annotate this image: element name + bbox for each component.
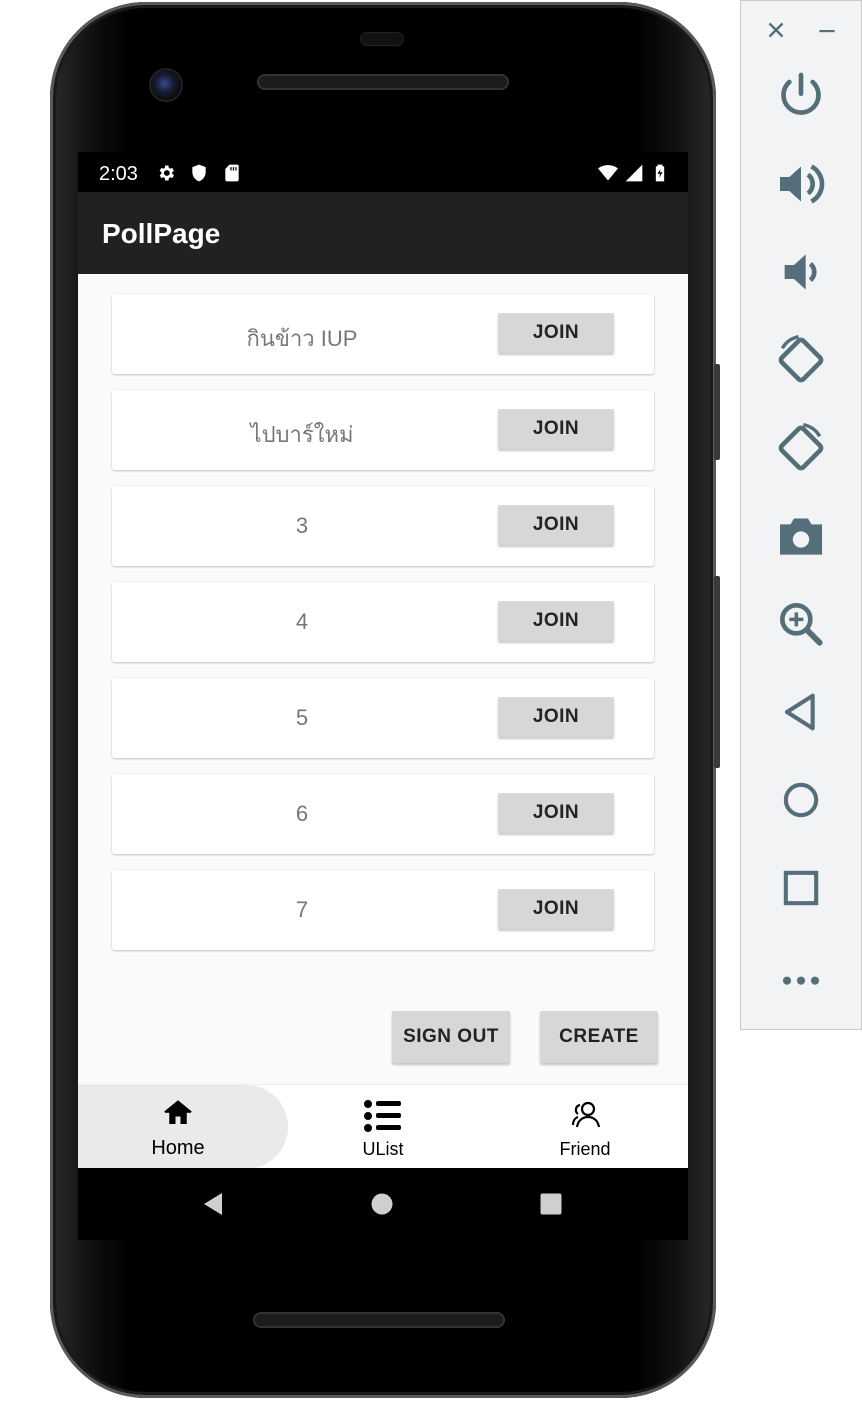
status-bar: 2:03 [78, 152, 688, 192]
poll-card: กินข้าว IUP JOIN [112, 294, 654, 374]
device-screen: 2:03 PollPage กินข้าว IUP JOIN ไปบาร์ใหม… [78, 152, 688, 1168]
hardware-power-button [714, 364, 720, 460]
volume-up-icon[interactable] [773, 156, 829, 212]
join-button[interactable]: JOIN [498, 697, 614, 737]
minimize-icon[interactable] [814, 17, 840, 43]
create-button[interactable]: CREATE [540, 1011, 658, 1063]
cell-signal-icon [625, 164, 643, 182]
home-circle-outline-icon[interactable] [773, 772, 829, 828]
power-icon[interactable] [773, 68, 829, 124]
bottom-speaker-grille [253, 1312, 505, 1328]
overview-icon[interactable] [540, 1193, 562, 1215]
home-circle-icon[interactable] [371, 1193, 393, 1215]
nav-item-home[interactable]: Home [78, 1085, 278, 1168]
rotate-right-icon[interactable] [773, 420, 829, 476]
back-icon[interactable] [202, 1192, 224, 1216]
list-icon [364, 1100, 401, 1132]
join-button[interactable]: JOIN [498, 313, 614, 353]
earpiece-sensor [360, 32, 404, 46]
front-camera [151, 70, 181, 100]
page-title: PollPage [102, 218, 221, 249]
app-bar: PollPage [78, 192, 688, 274]
join-button[interactable]: JOIN [498, 889, 614, 929]
sd-card-icon [225, 164, 239, 182]
poll-card: 6 JOIN [112, 774, 654, 854]
join-button[interactable]: JOIN [498, 409, 614, 449]
poll-name: ไปบาร์ใหม่ [250, 422, 354, 447]
poll-card: 7 JOIN [112, 870, 654, 950]
battery-charging-icon [655, 164, 665, 182]
settings-icon [159, 165, 174, 181]
join-button[interactable]: JOIN [498, 793, 614, 833]
hardware-volume-button [714, 576, 720, 768]
system-navigation-bar [78, 1168, 688, 1240]
nav-item-friend[interactable]: Friend [485, 1085, 685, 1168]
home-icon [164, 1100, 192, 1124]
poll-name: 7 [295, 897, 309, 922]
friends-icon [571, 1101, 600, 1128]
poll-name: 3 [295, 513, 309, 538]
poll-card: 3 JOIN [112, 486, 654, 566]
poll-name: 6 [295, 801, 309, 826]
poll-name: กินข้าว IUP [246, 326, 358, 351]
volume-down-icon[interactable] [773, 244, 829, 300]
rotate-left-icon[interactable] [773, 332, 829, 388]
shield-icon [192, 164, 206, 182]
poll-card: ไปบาร์ใหม่ JOIN [112, 390, 654, 470]
camera-icon[interactable] [773, 508, 829, 564]
top-speaker-grille [257, 74, 509, 90]
nav-label-home: Home [151, 1137, 205, 1159]
wifi-icon [598, 165, 618, 181]
close-icon[interactable] [763, 17, 789, 43]
sign-out-button[interactable]: SIGN OUT [392, 1011, 510, 1063]
nav-label-friend: Friend [559, 1139, 611, 1159]
zoom-icon[interactable] [773, 596, 829, 652]
more-icon[interactable] [773, 948, 829, 1004]
bottom-navigation: Home UList Friend [78, 1084, 688, 1168]
status-time: 2:03 [99, 163, 138, 185]
back-triangle-icon[interactable] [773, 684, 829, 740]
poll-name: 5 [295, 705, 309, 730]
emulator-control-panel [740, 0, 862, 1030]
poll-name: 4 [295, 609, 309, 634]
poll-card: 4 JOIN [112, 582, 654, 662]
join-button[interactable]: JOIN [498, 601, 614, 641]
nav-label-ulist: UList [362, 1139, 404, 1159]
poll-card: 5 JOIN [112, 678, 654, 758]
nav-item-ulist[interactable]: UList [283, 1085, 483, 1168]
join-button[interactable]: JOIN [498, 505, 614, 545]
overview-square-icon[interactable] [773, 860, 829, 916]
